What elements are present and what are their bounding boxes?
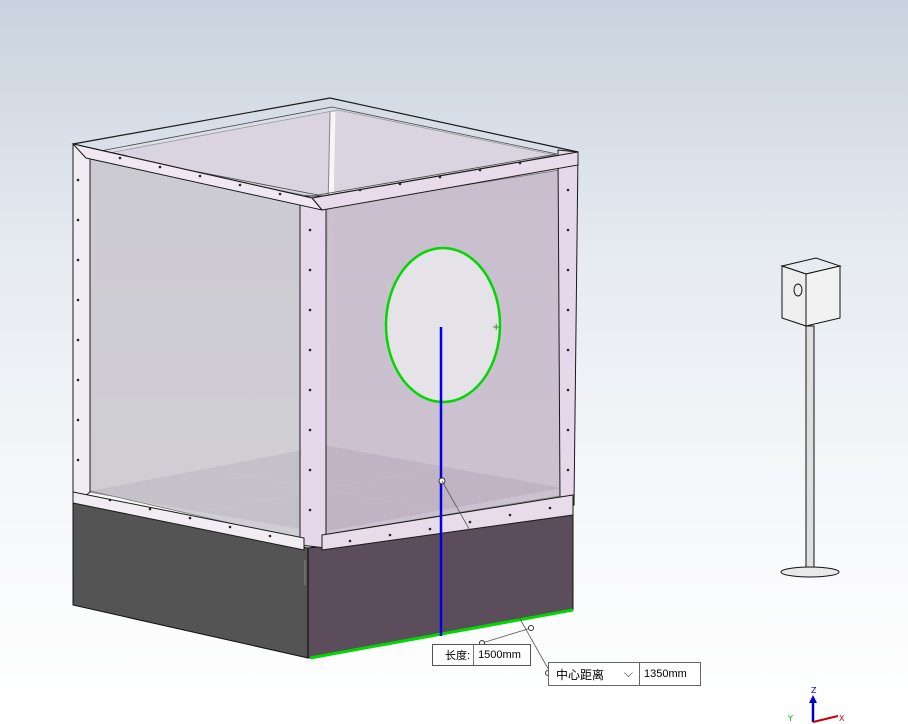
- center-distance-select[interactable]: 中心距离 ⌵: [548, 662, 640, 686]
- graphics-viewport[interactable]: +: [0, 0, 908, 724]
- preview-box-right: [805, 265, 841, 327]
- triad-x-label: X: [839, 714, 845, 723]
- length-value[interactable]: 1500mm: [474, 649, 525, 661]
- center-distance-control[interactable]: 中心距离 ⌵ 1350mm: [548, 662, 701, 686]
- left-frame-rail[interactable]: [72, 143, 91, 501]
- preview-foot: [780, 566, 840, 578]
- circular-opening[interactable]: [384, 246, 502, 404]
- preview-box-left: [781, 265, 807, 327]
- triad-z-arrow: [809, 695, 817, 703]
- right-frame-rail[interactable]: [557, 149, 579, 506]
- leader-line-2: [481, 627, 532, 644]
- left-glass-panel[interactable]: [85, 157, 305, 541]
- preview-pole: [805, 325, 815, 571]
- length-caption: 长度:: [433, 645, 475, 665]
- length-dimension-box[interactable]: 长度: 1500mm: [432, 644, 531, 666]
- leader-anchor-2: [528, 625, 534, 631]
- center-distance-option: 中心距离: [556, 667, 605, 682]
- view-triad[interactable]: [809, 695, 839, 723]
- chevron-down-icon[interactable]: ⌵: [624, 666, 633, 681]
- front-corner-post[interactable]: [299, 195, 327, 549]
- triad-z-label: Z: [811, 686, 817, 695]
- opening-center-mark: +: [492, 322, 500, 333]
- center-distance-value[interactable]: 1350mm: [640, 662, 701, 686]
- triad-y-label: Y: [788, 714, 793, 723]
- preview-model[interactable]: [780, 257, 842, 578]
- triad-x-axis: [812, 715, 839, 723]
